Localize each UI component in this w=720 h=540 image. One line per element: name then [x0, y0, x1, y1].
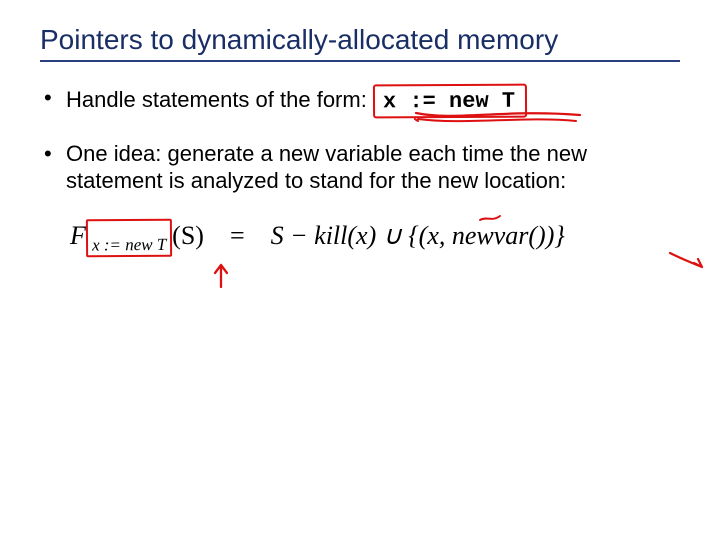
slide-title: Pointers to dynamically-allocated memory — [40, 24, 680, 62]
bullet-2-text: One idea: generate a new variable each t… — [66, 141, 587, 194]
formula-rhs: S − kill(x) ∪ {(x, newvar())} — [271, 221, 565, 250]
bullet-2: One idea: generate a new variable each t… — [40, 140, 680, 195]
slide: Pointers to dynamically-allocated memory… — [0, 0, 720, 540]
bullet-1-text: Handle statements of the form: — [66, 87, 373, 112]
formula-F: F — [70, 221, 86, 250]
code-red-box: x := new T — [373, 84, 527, 118]
code-fragment: x := new T — [379, 88, 519, 116]
bullet-1: Handle statements of the form: x := new … — [40, 84, 680, 118]
formula-eq: = — [223, 221, 251, 250]
arrow-down-right-icon — [668, 249, 708, 273]
bullet-list: Handle statements of the form: x := new … — [40, 84, 680, 195]
formula-sub: x := new T — [92, 234, 166, 254]
formula-sub-red-box: x := new T — [86, 218, 173, 257]
formula-arg: (S) — [172, 221, 204, 250]
tick-mark-icon — [478, 207, 502, 225]
arrow-up-icon — [208, 259, 234, 289]
formula: Fx := new T (S) = S − kill(x) ∪ {(x, newv… — [70, 219, 680, 257]
